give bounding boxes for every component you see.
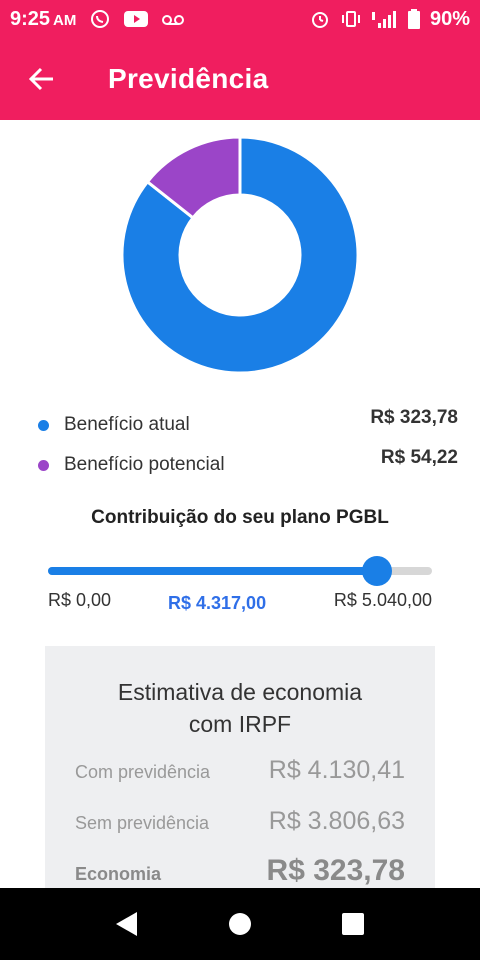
back-button[interactable]: [15, 52, 69, 106]
nav-back-button[interactable]: [102, 899, 152, 949]
row-value: R$ 4.130,41: [268, 756, 405, 784]
whatsapp-icon: [90, 9, 110, 29]
status-time-value: 9:25: [10, 7, 51, 30]
row-label: Sem previdência: [75, 813, 210, 833]
legend-dot-beneficio-potencial: [38, 460, 49, 471]
contribution-slider[interactable]: [48, 556, 432, 586]
irpf-estimate-card: Estimativa de economia com IRPF Com prev…: [45, 646, 435, 906]
triangle-back-icon: [115, 912, 137, 936]
row-sem-previdencia: Sem previdência R$ 3.806,63: [75, 803, 405, 843]
legend-item-beneficio-atual: Benefício atual R$ 323,78: [38, 405, 458, 445]
square-recents-icon: [342, 913, 365, 935]
legend-value: R$ 54,22: [380, 447, 458, 468]
donut-svg: [120, 135, 360, 375]
status-bar: 9:25 AM 90%: [0, 0, 480, 38]
legend-item-beneficio-potencial: Benefício potencial R$ 54,22: [38, 445, 458, 485]
legend-label: Benefício potencial: [64, 454, 225, 475]
legend-dot-beneficio-atual: [38, 420, 49, 431]
vibrate-icon: [340, 10, 362, 28]
system-nav-bar: [0, 888, 480, 960]
chart-legend: Benefício atual R$ 323,78 Benefício pote…: [38, 405, 458, 485]
legend-label: Benefício atual: [64, 414, 190, 435]
slider-thumb[interactable]: [361, 556, 392, 586]
slider-fill: [48, 567, 377, 575]
youtube-icon: [124, 10, 149, 28]
slider-current-value: R$ 4.317,00: [168, 593, 267, 613]
arrow-left-icon: [29, 67, 53, 91]
row-value: R$ 323,78: [266, 854, 405, 887]
status-right: 90%: [310, 8, 470, 31]
page-title: Previdência: [108, 63, 269, 94]
nav-home-button[interactable]: [215, 899, 265, 949]
status-left: 9:25 AM: [10, 8, 185, 31]
circle-home-icon: [228, 913, 251, 935]
battery-icon: [407, 9, 420, 29]
signal-icon: [371, 10, 398, 28]
legend-value: R$ 323,78: [370, 407, 458, 428]
row-label: Economia: [75, 864, 162, 884]
row-label: Com previdência: [75, 762, 211, 782]
battery-percent: 90%: [429, 7, 470, 30]
contribution-title: Contribuição do seu plano PGBL: [91, 507, 389, 528]
status-time: 9:25 AM: [10, 8, 76, 31]
row-com-previdencia: Com previdência R$ 4.130,41: [75, 752, 405, 792]
status-time-ampm: AM: [53, 11, 77, 29]
nav-recents-button[interactable]: [328, 899, 378, 949]
card-title: Estimativa de economia com IRPF: [45, 676, 435, 740]
benefit-donut-chart: [120, 135, 360, 375]
slider-max-label: R$ 5.040,00: [333, 590, 432, 610]
card-title-line1: Estimativa de economia: [117, 679, 363, 705]
card-title-line2: com IRPF: [188, 711, 292, 737]
row-value: R$ 3.806,63: [268, 807, 405, 835]
voicemail-icon: [162, 12, 185, 26]
alarm-icon: [310, 9, 330, 29]
slider-min-label: R$ 0,00: [48, 590, 112, 610]
app-bar: Previdência: [0, 38, 480, 120]
